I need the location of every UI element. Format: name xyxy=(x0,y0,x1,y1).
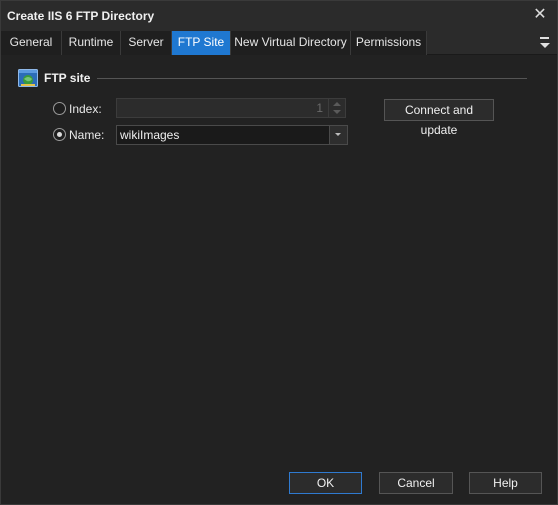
group-divider xyxy=(97,78,527,79)
name-radio[interactable] xyxy=(53,128,66,141)
tab-server[interactable]: Server xyxy=(121,31,172,55)
group-title: FTP site xyxy=(44,71,91,85)
index-radio[interactable] xyxy=(53,102,66,115)
tab-bar: General Runtime Server FTP Site New Virt… xyxy=(1,31,557,55)
name-label: Name: xyxy=(69,128,105,142)
index-label: Index: xyxy=(69,102,102,116)
tab-menu-icon[interactable] xyxy=(539,37,551,49)
index-spin-buttons[interactable] xyxy=(328,99,345,117)
name-value: wikiImages xyxy=(120,128,180,142)
chevron-down-icon xyxy=(335,133,341,136)
tab-runtime[interactable]: Runtime xyxy=(62,31,121,55)
window-title: Create IIS 6 FTP Directory xyxy=(7,9,155,23)
index-value: 1 xyxy=(316,101,323,115)
spin-up-icon[interactable] xyxy=(333,102,341,106)
connect-and-update-button[interactable]: Connect and update xyxy=(384,99,494,137)
spin-down-icon[interactable] xyxy=(333,110,341,114)
ok-button[interactable]: OK xyxy=(289,472,362,494)
close-icon[interactable]: ✕ xyxy=(529,4,551,26)
name-dropdown-button[interactable] xyxy=(329,126,347,144)
help-button[interactable]: Help xyxy=(469,472,542,494)
tab-permissions[interactable]: Permissions xyxy=(351,31,427,55)
dialog-window: Create IIS 6 FTP Directory ✕ General Run… xyxy=(0,0,558,505)
title-bar: Create IIS 6 FTP Directory ✕ xyxy=(1,1,557,31)
name-combobox[interactable]: wikiImages xyxy=(116,125,348,145)
radio-selected-dot xyxy=(57,132,62,137)
tab-general[interactable]: General xyxy=(1,31,62,55)
tab-ftp-site[interactable]: FTP Site xyxy=(172,31,231,55)
cancel-button[interactable]: Cancel xyxy=(379,472,453,494)
tab-new-virtual-directory[interactable]: New Virtual Directory xyxy=(231,31,351,55)
ftp-site-icon xyxy=(18,69,38,87)
index-spinbox[interactable]: 1 xyxy=(116,98,346,118)
